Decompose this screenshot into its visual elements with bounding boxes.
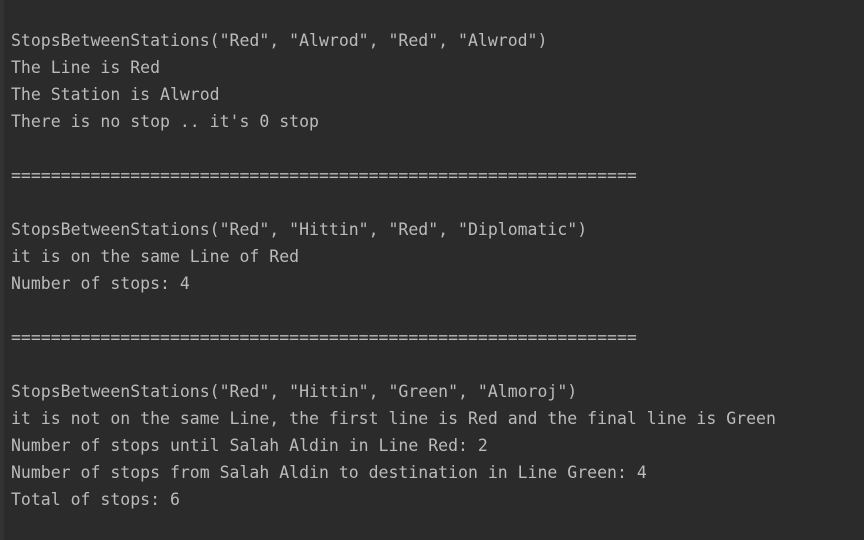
console-line: it is on the same Line of Red	[11, 247, 300, 266]
console-separator: ========================================…	[11, 328, 637, 347]
console-separator: ========================================…	[11, 166, 637, 185]
console-line: The Station is Alwrod	[11, 85, 220, 104]
console-line: StopsBetweenStations("Red", "Hittin", "G…	[11, 382, 578, 401]
console-line-blank	[11, 297, 776, 324]
console-line: Number of stops until Salah Aldin in Lin…	[11, 436, 488, 455]
run-console-output: StopsBetweenStations("Red", "Alwrod", "R…	[0, 0, 864, 540]
console-lines: StopsBetweenStations("Red", "Alwrod", "R…	[11, 27, 776, 513]
console-line: The Line is Red	[11, 58, 161, 77]
console-line-blank	[11, 189, 776, 216]
console-gutter	[0, 0, 4, 540]
console-line: There is no stop .. it's 0 stop	[11, 112, 319, 131]
console-line: it is not on the same Line, the first li…	[11, 409, 776, 428]
console-line: Number of stops from Salah Aldin to dest…	[11, 463, 647, 482]
console-line: Number of stops: 4	[11, 274, 190, 293]
console-line-blank	[11, 351, 776, 378]
console-line: Total of stops: 6	[11, 490, 180, 509]
console-line: StopsBetweenStations("Red", "Hittin", "R…	[11, 220, 588, 239]
console-line-blank	[11, 135, 776, 162]
console-line: StopsBetweenStations("Red", "Alwrod", "R…	[11, 31, 548, 50]
